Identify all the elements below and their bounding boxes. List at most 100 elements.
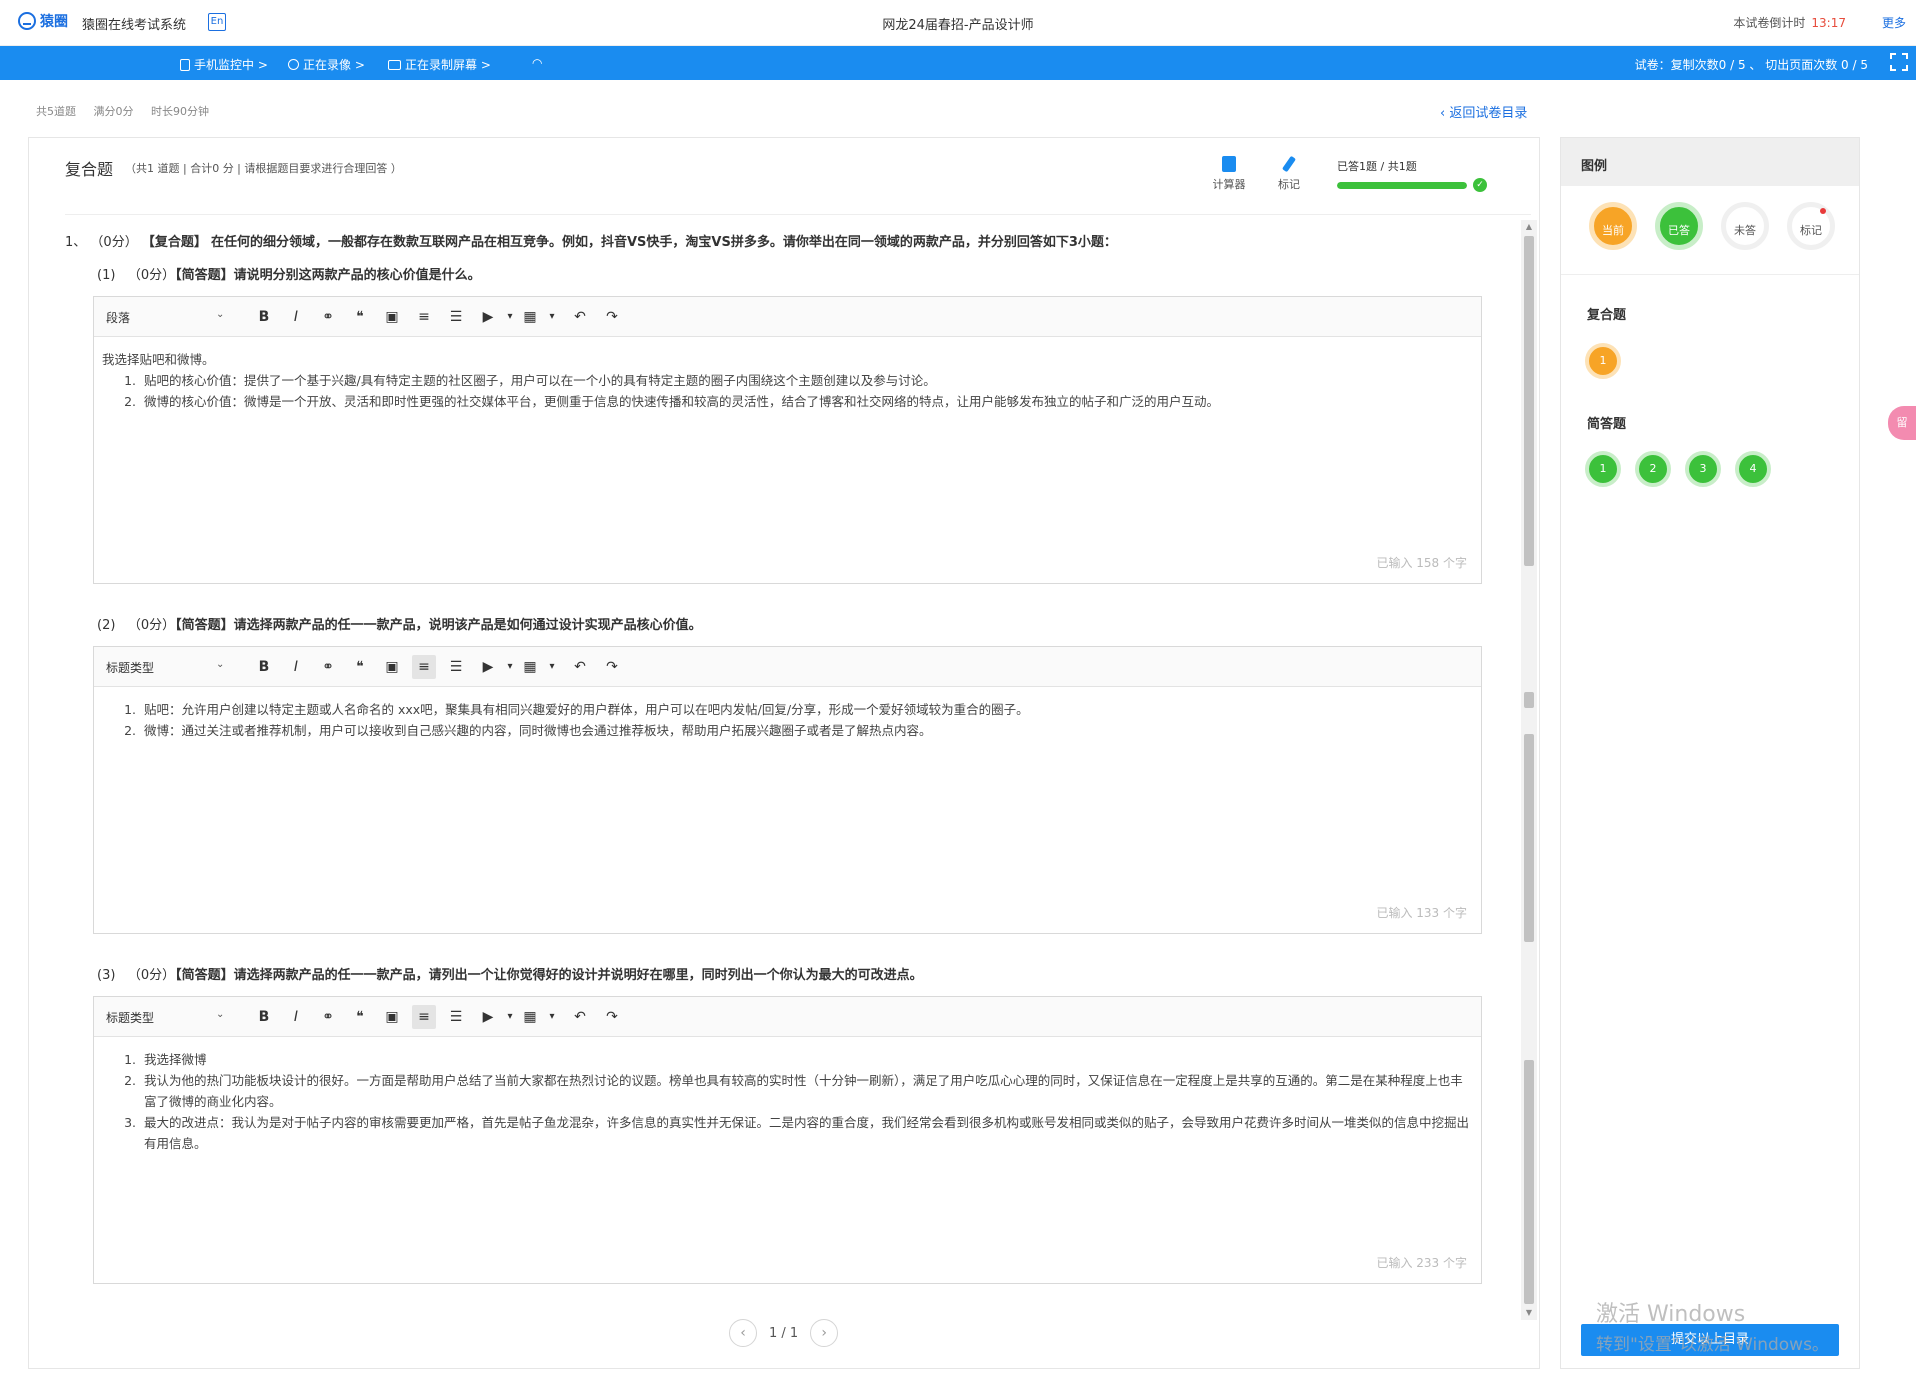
pencil-icon — [1281, 155, 1297, 173]
phone-monitor-link[interactable]: 手机监控中 > — [180, 56, 268, 73]
link-icon[interactable]: ⚭ — [316, 1005, 340, 1029]
mark-button[interactable]: 标记 — [1267, 155, 1311, 192]
redo-icon[interactable]: ↷ — [600, 1005, 624, 1029]
next-page-button[interactable]: › — [810, 1319, 839, 1347]
italic-icon[interactable]: I — [284, 305, 308, 329]
chevron-down-icon[interactable]: ⌄ — [216, 309, 224, 320]
bold-icon[interactable]: B — [252, 305, 276, 329]
calculator-icon — [1222, 156, 1236, 172]
legend-answered: 已答 — [1655, 202, 1703, 250]
table-dropdown-icon[interactable]: ▾ — [540, 1005, 564, 1029]
bullet-list-icon[interactable]: ☰ — [444, 1005, 468, 1029]
answer-list-item: 微博：通过关注或者推荐机制，用户可以接收到自己感兴趣的内容，同时微博也会通过推荐… — [140, 720, 1473, 741]
word-counter: 已输入 133 个字 — [1376, 906, 1467, 920]
image-icon[interactable]: ▣ — [380, 1005, 404, 1029]
answer-list: 我选择微博我认为他的热门功能板块设计的很好。一方面是帮助用户总结了当前大家都在热… — [140, 1049, 1473, 1154]
phone-icon — [180, 58, 190, 71]
block-format-select[interactable]: 标题类型 — [106, 1009, 154, 1026]
progress-fill — [1337, 182, 1467, 189]
answer-editor-1[interactable]: 段落⌄BI⚭❝▣≡☰▶▾▦▾↶↷我选择贴吧和微博。贴吧的核心价值：提供了一个基于… — [93, 296, 1482, 584]
scroll-down-icon[interactable]: ▼ — [1521, 1306, 1537, 1320]
media-icon[interactable]: ▶ — [476, 1005, 500, 1029]
subquestion-text: 请说明分别这两款产品的核心价值是什么。 — [233, 268, 481, 283]
scroll-thumb[interactable] — [1524, 1060, 1534, 1304]
bullet-list-icon[interactable]: ☰ — [444, 655, 468, 679]
chevron-down-icon[interactable]: ⌄ — [216, 1009, 224, 1020]
bold-icon[interactable]: B — [252, 1005, 276, 1029]
subquestion-3: (3) （0分）【简答题】请选择两款产品的任一一款产品，请列出一个让你觉得好的设… — [97, 964, 923, 983]
scroll-thumb[interactable] — [1524, 734, 1534, 942]
subquestion-text: 请选择两款产品的任一一款产品，请列出一个让你觉得好的设计并说明好在哪里，同时列出… — [233, 968, 923, 983]
calculator-button[interactable]: 计算器 — [1207, 156, 1251, 192]
scroll-thumb[interactable] — [1524, 236, 1534, 566]
quote-icon[interactable]: ❝ — [348, 655, 372, 679]
chevron-down-icon[interactable]: ⌄ — [216, 659, 224, 670]
countdown-time: 13:17 — [1811, 16, 1846, 30]
media-icon[interactable]: ▶ — [476, 305, 500, 329]
screen-recording-link[interactable]: 正在录制屏幕 > — [388, 56, 491, 73]
camera-recording-link[interactable]: 正在录像 > — [288, 56, 365, 73]
nav-short-answer-3[interactable]: 3 — [1685, 451, 1721, 487]
link-icon[interactable]: ⚭ — [316, 655, 340, 679]
ordered-list-icon[interactable]: ≡ — [412, 1005, 436, 1029]
answer-editor-3[interactable]: 标题类型⌄BI⚭❝▣≡☰▶▾▦▾↶↷我选择微博我认为他的热门功能板块设计的很好。… — [93, 996, 1482, 1284]
subquestion-type: 【简答题】 — [175, 968, 234, 983]
ordered-list-icon[interactable]: ≡ — [412, 655, 436, 679]
answer-editor-2[interactable]: 标题类型⌄BI⚭❝▣≡☰▶▾▦▾↶↷贴吧：允许用户创建以特定主题或人名命名的 x… — [93, 646, 1482, 934]
pager: ‹ 1 / 1 › — [729, 1318, 859, 1348]
question-text: 在任何的细分领域，一般都存在数款互联网产品在相互竞争。例如，抖音VS快手，淘宝V… — [211, 235, 1117, 250]
quote-icon[interactable]: ❝ — [348, 305, 372, 329]
section-description: （共1 道题 | 合计0 分 | 请根据题目要求进行合理回答 ） — [125, 162, 402, 175]
media-icon[interactable]: ▶ — [476, 655, 500, 679]
editor-content[interactable]: 我选择贴吧和微博。贴吧的核心价值：提供了一个基于兴趣/具有特定主题的社区圈子，用… — [94, 337, 1481, 543]
redo-icon[interactable]: ↷ — [600, 305, 624, 329]
scroll-thumb[interactable] — [1524, 692, 1534, 708]
legend-marked: 标记 — [1787, 202, 1835, 250]
scrollbar[interactable]: ▲ ▼ — [1521, 220, 1537, 1320]
camera-icon — [288, 59, 299, 70]
back-to-catalog-link[interactable]: ‹ 返回试卷目录 — [1440, 102, 1527, 121]
bold-icon[interactable]: B — [252, 655, 276, 679]
quote-icon[interactable]: ❝ — [348, 1005, 372, 1029]
subquestion-score: （0分） — [127, 268, 176, 283]
link-icon[interactable]: ⚭ — [316, 305, 340, 329]
more-link[interactable]: 更多 — [1882, 14, 1906, 31]
brand-logo: 猿圈 — [18, 11, 68, 31]
monitor-icon — [388, 59, 401, 70]
page-indicator: 1 / 1 — [769, 1325, 799, 1341]
table-icon[interactable]: ▦ — [518, 1005, 542, 1029]
undo-icon[interactable]: ↶ — [568, 305, 592, 329]
image-icon[interactable]: ▣ — [380, 305, 404, 329]
table-dropdown-icon[interactable]: ▾ — [540, 655, 564, 679]
redo-icon[interactable]: ↷ — [600, 655, 624, 679]
editor-content[interactable]: 我选择微博我认为他的热门功能板块设计的很好。一方面是帮助用户总结了当前大家都在热… — [94, 1037, 1481, 1243]
editor-content[interactable]: 贴吧：允许用户创建以特定主题或人名命名的 xxx吧，聚集具有相同兴趣爱好的用户群… — [94, 687, 1481, 893]
side-floating-tab[interactable]: 留 — [1888, 406, 1916, 440]
group-title-short-answer: 简答题 — [1587, 417, 1627, 432]
nav-composite-1[interactable]: 1 — [1585, 343, 1621, 379]
scroll-up-icon[interactable]: ▲ — [1521, 220, 1537, 234]
bullet-list-icon[interactable]: ☰ — [444, 305, 468, 329]
italic-icon[interactable]: I — [284, 655, 308, 679]
nav-short-answer-2[interactable]: 2 — [1635, 451, 1671, 487]
table-icon[interactable]: ▦ — [518, 655, 542, 679]
question-card: 复合题 （共1 道题 | 合计0 分 | 请根据题目要求进行合理回答 ） 计算器… — [28, 137, 1540, 1369]
progress-text: 已答1题 / 共1题 — [1337, 160, 1417, 173]
editor-toolbar: 标题类型 ⌄ B I ⚭ ❝ ▣ ≡ ☰ ▶ ▾ ▦ ▾ ↶ ↷ — [94, 647, 1481, 687]
windows-activation-hint: 转到"设置"以激活 Windows。 — [1596, 1335, 1829, 1355]
image-icon[interactable]: ▣ — [380, 655, 404, 679]
undo-icon[interactable]: ↶ — [568, 1005, 592, 1029]
italic-icon[interactable]: I — [284, 1005, 308, 1029]
ordered-list-icon[interactable]: ≡ — [412, 305, 436, 329]
nav-short-answer-4[interactable]: 4 — [1735, 451, 1771, 487]
fullscreen-icon[interactable] — [1890, 53, 1908, 71]
block-format-select[interactable]: 段落 — [106, 309, 130, 326]
table-icon[interactable]: ▦ — [518, 305, 542, 329]
prev-page-button[interactable]: ‹ — [729, 1319, 757, 1347]
nav-short-answer-1[interactable]: 1 — [1585, 451, 1621, 487]
language-toggle[interactable]: En — [208, 13, 226, 31]
check-icon: ✓ — [1473, 178, 1487, 192]
undo-icon[interactable]: ↶ — [568, 655, 592, 679]
block-format-select[interactable]: 标题类型 — [106, 659, 154, 676]
table-dropdown-icon[interactable]: ▾ — [540, 305, 564, 329]
